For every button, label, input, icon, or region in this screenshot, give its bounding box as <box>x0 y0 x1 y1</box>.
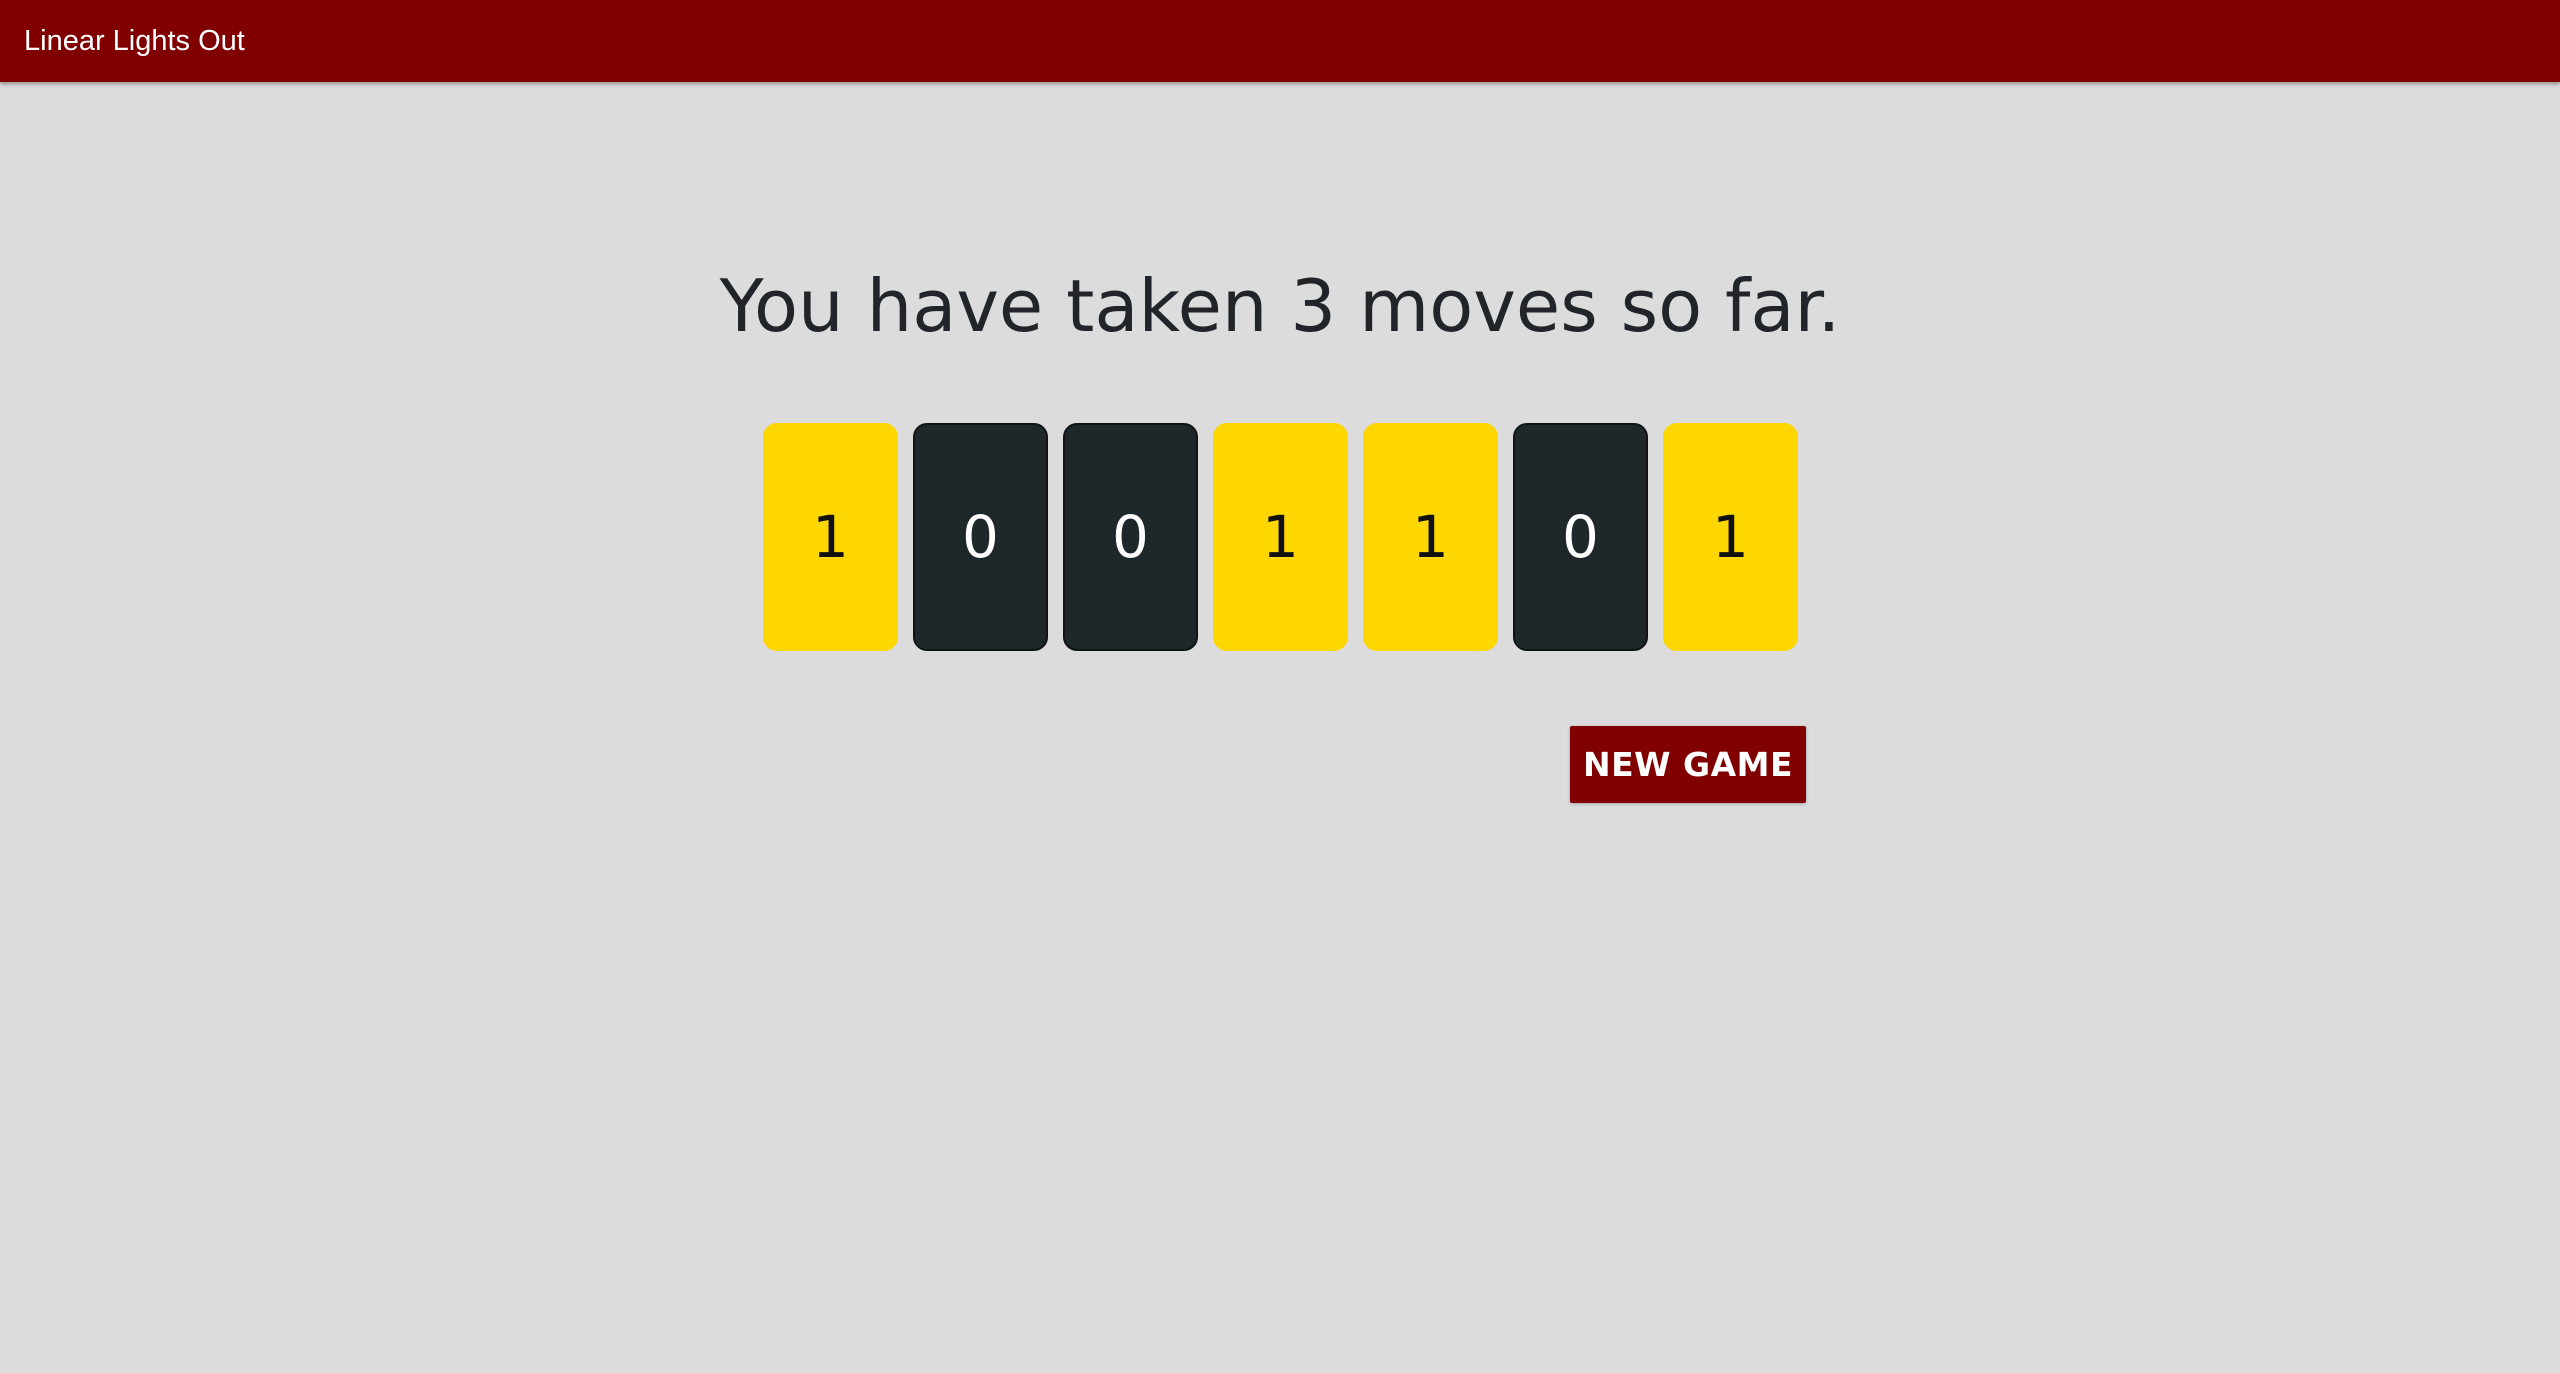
new-game-button[interactable]: NEW GAME <box>1570 726 1806 803</box>
light-cell[interactable]: 1 <box>1363 423 1498 651</box>
lights-board: 1 0 0 1 1 0 1 <box>763 423 1800 651</box>
moves-status: You have taken 3 moves so far. <box>719 264 1841 348</box>
light-cell[interactable]: 1 <box>763 423 898 651</box>
light-cell[interactable]: 0 <box>1513 423 1648 651</box>
light-cell[interactable]: 1 <box>1213 423 1348 651</box>
light-cell[interactable]: 1 <box>1663 423 1798 651</box>
light-cell[interactable]: 0 <box>1063 423 1198 651</box>
light-cell[interactable]: 0 <box>913 423 1048 651</box>
app-title: Linear Lights Out <box>24 25 245 57</box>
app-bar: Linear Lights Out <box>0 0 2560 82</box>
